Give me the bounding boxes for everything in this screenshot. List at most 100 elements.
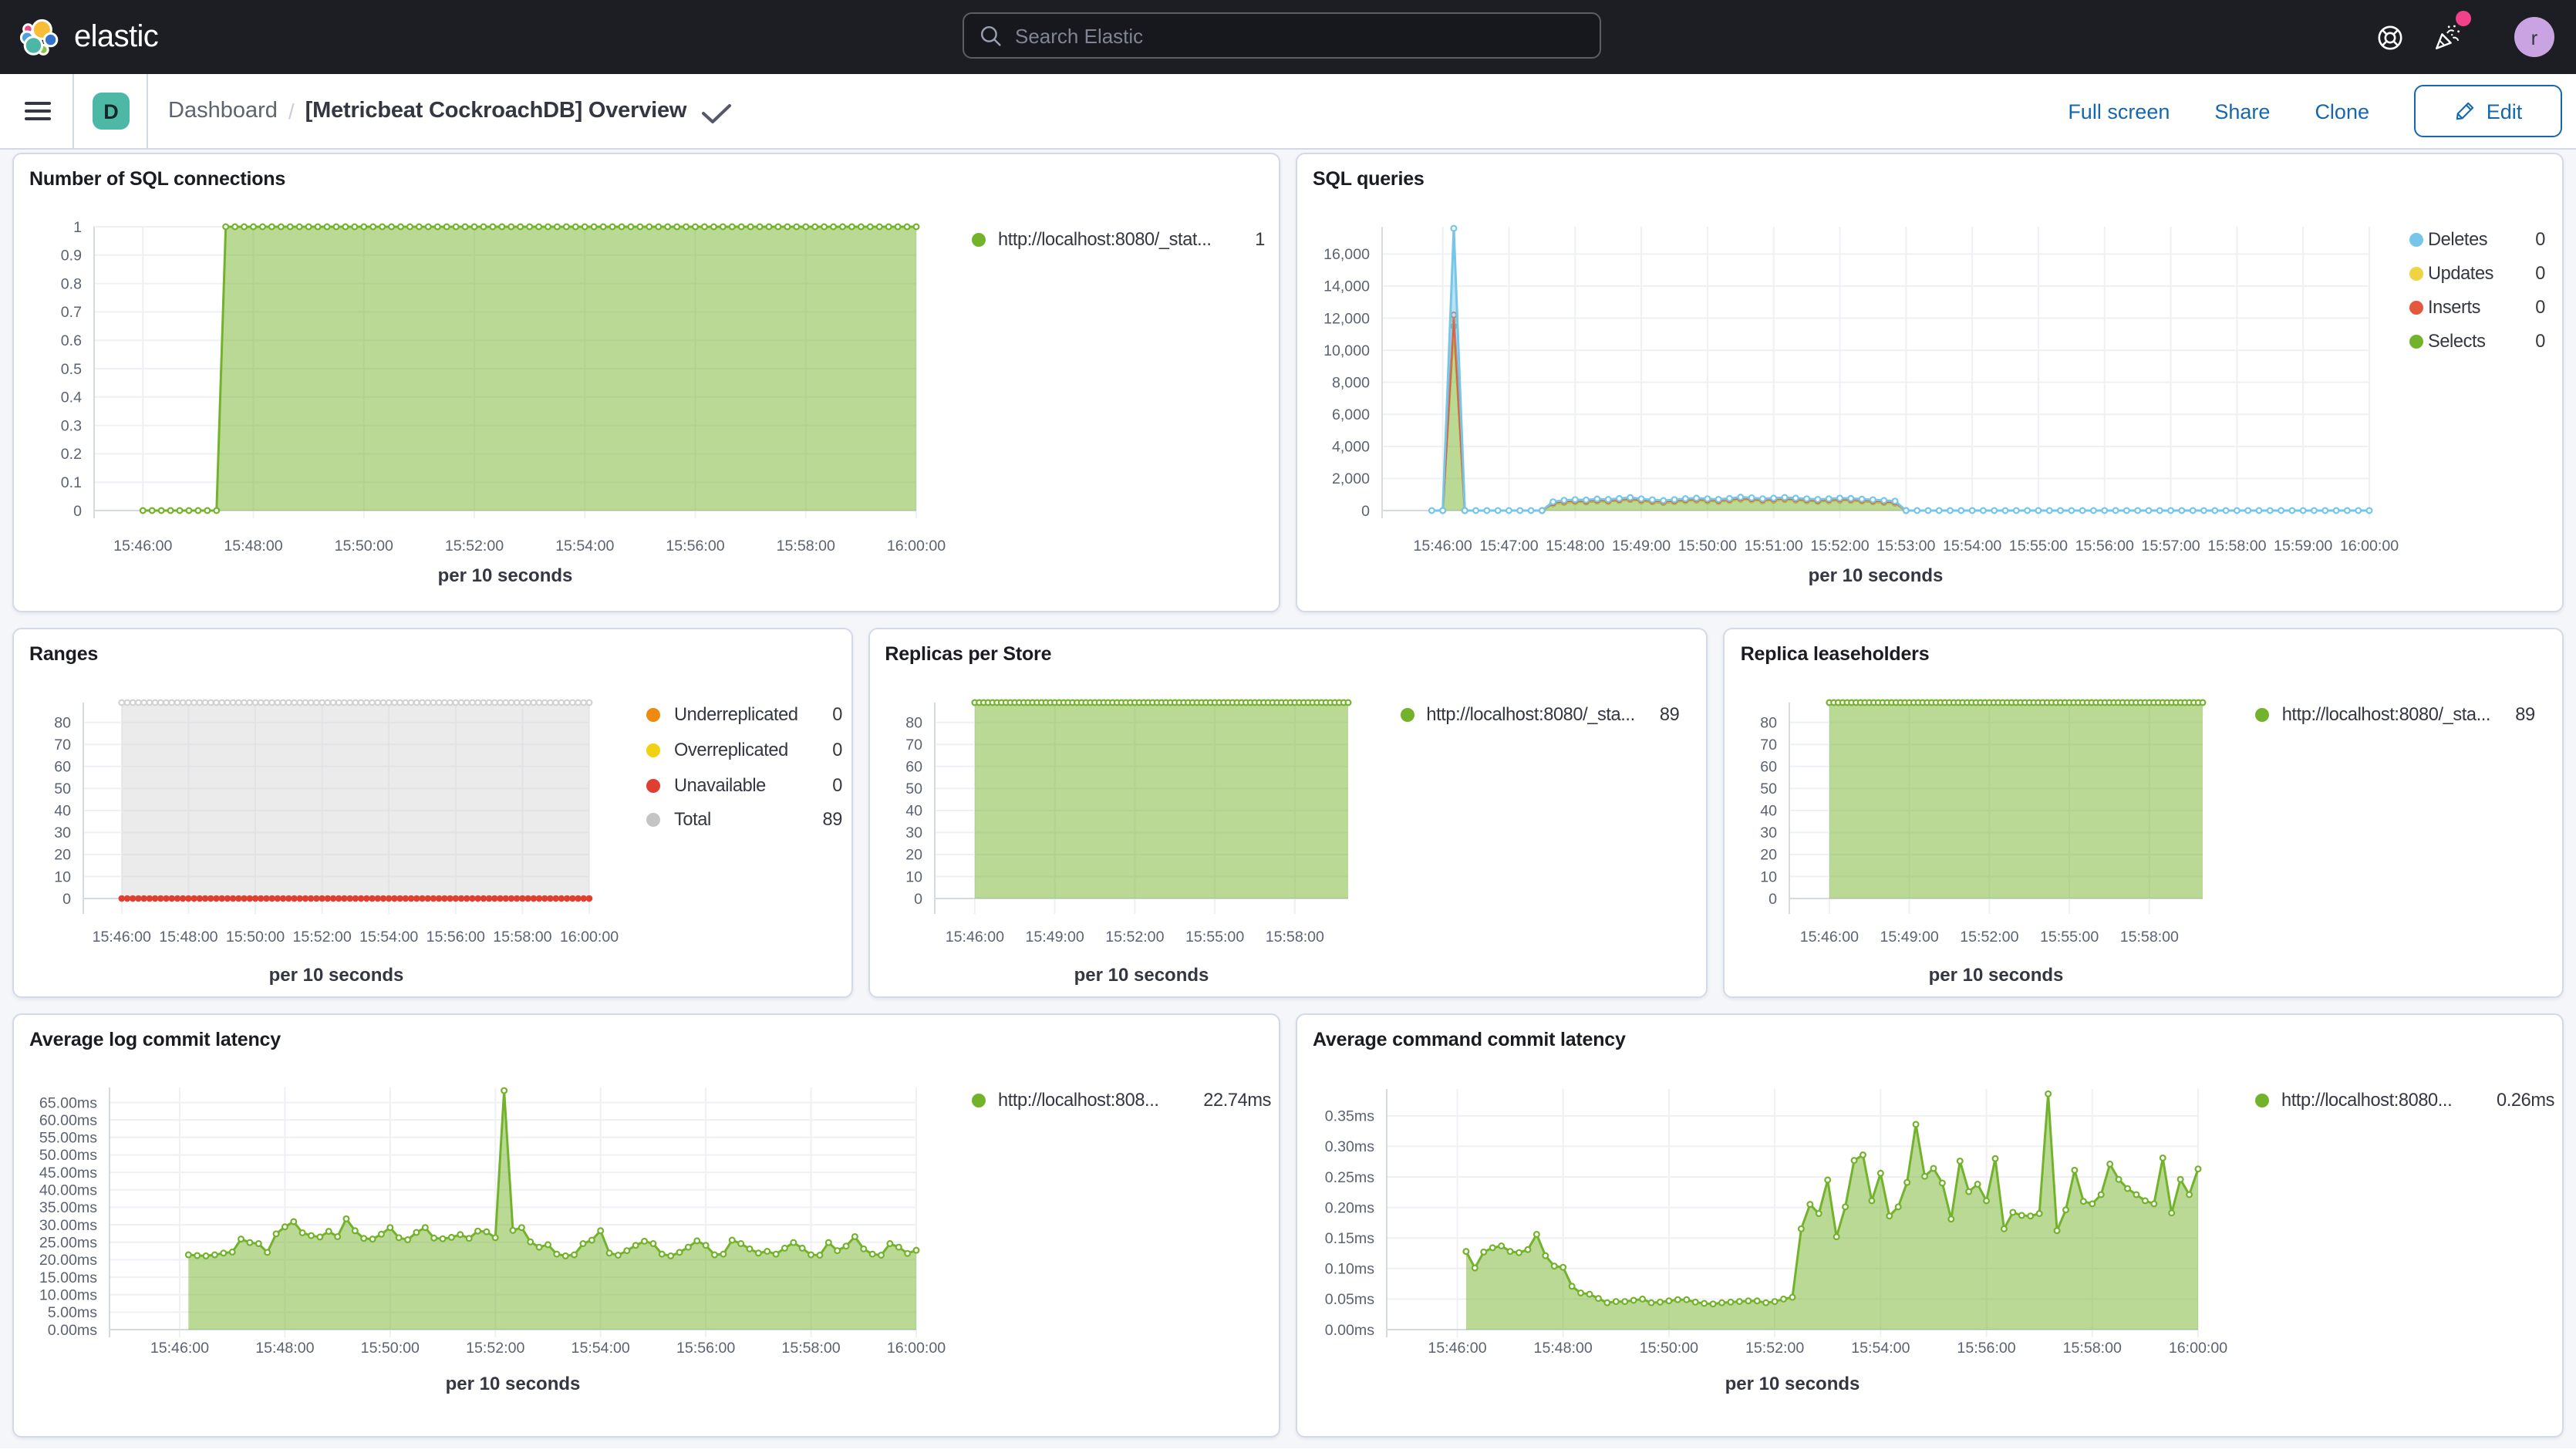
user-menu-button[interactable]: r (2504, 0, 2565, 74)
svg-text:16:00:00: 16:00:00 (2169, 1340, 2227, 1357)
legend-item[interactable]: Inserts0 (2409, 296, 2545, 321)
timeseries-chart[interactable]: 0102030405060708015:46:0015:49:0015:52:0… (869, 629, 1710, 1000)
menu-toggle-button[interactable] (25, 102, 51, 122)
svg-text:0: 0 (73, 503, 82, 520)
svg-text:0.5: 0.5 (61, 361, 82, 378)
legend-item[interactable]: Unavailable0 (646, 774, 842, 798)
svg-text:0.20ms: 0.20ms (1325, 1199, 1374, 1216)
svg-text:15:58:00: 15:58:00 (493, 929, 551, 946)
legend-item[interactable]: Overreplicated0 (646, 739, 842, 764)
timeseries-chart[interactable]: 0.00ms0.05ms0.10ms0.15ms0.20ms0.25ms0.30… (1297, 1015, 2565, 1439)
legend-item[interactable]: http://localhost:8080...0.26ms (2255, 1089, 2554, 1114)
legend-series-dot (646, 778, 660, 792)
notification-dot (2456, 11, 2471, 26)
dashboard-content: Number of SQL connections00.10.20.30.40.… (0, 150, 2576, 1448)
legend-series-dot (1400, 708, 1414, 722)
legend-series-label: http://localhost:8080/_stat... (998, 228, 1212, 250)
svg-text:60: 60 (54, 759, 71, 776)
svg-text:0.9: 0.9 (61, 248, 82, 265)
svg-text:15:54:00: 15:54:00 (359, 929, 418, 946)
title-check-icon[interactable] (700, 103, 733, 124)
svg-text:0.05ms: 0.05ms (1325, 1291, 1374, 1308)
clone-button[interactable]: Clone (2315, 99, 2369, 123)
legend-item[interactable]: http://localhost:808...22.74ms (972, 1089, 1271, 1114)
legend-item[interactable]: Selects0 (2409, 330, 2545, 355)
timeseries-chart[interactable]: 0102030405060708015:46:0015:49:0015:52:0… (1725, 629, 2566, 1000)
legend-item[interactable]: http://localhost:8080/_sta...89 (2256, 703, 2535, 728)
svg-text:0.7: 0.7 (61, 304, 82, 321)
svg-text:15:58:00: 15:58:00 (781, 1340, 840, 1357)
dashboard-row: Average log commit latency0.00ms5.00ms10… (12, 1013, 2564, 1438)
legend-item[interactable]: Updates0 (2409, 262, 2545, 287)
dashboard-grid: Number of SQL connections00.10.20.30.40.… (12, 153, 2564, 1453)
svg-text:15:52:00: 15:52:00 (1745, 1340, 1804, 1357)
svg-text:15:57:00: 15:57:00 (2141, 538, 2200, 555)
svg-text:50.00ms: 50.00ms (39, 1147, 97, 1164)
svg-text:15:48:00: 15:48:00 (255, 1340, 314, 1357)
svg-text:per 10 seconds: per 10 seconds (1074, 965, 1209, 986)
svg-text:per 10 seconds: per 10 seconds (1809, 565, 1944, 586)
svg-text:55.00ms: 55.00ms (39, 1130, 97, 1147)
timeseries-chart[interactable]: 02,0004,0006,0008,00010,00012,00014,0001… (1297, 154, 2565, 614)
chart-mount: 0102030405060708015:46:0015:49:0015:52:0… (869, 629, 1706, 996)
svg-text:0.2: 0.2 (61, 446, 82, 463)
svg-text:20: 20 (905, 847, 922, 864)
svg-text:0: 0 (1361, 503, 1370, 520)
svg-text:30: 30 (905, 824, 922, 841)
svg-text:15:56:00: 15:56:00 (1957, 1340, 2015, 1357)
svg-text:per 10 seconds: per 10 seconds (446, 1374, 581, 1394)
svg-text:14,000: 14,000 (1323, 278, 1370, 295)
timeseries-chart[interactable]: 0.00ms5.00ms10.00ms15.00ms20.00ms25.00ms… (14, 1015, 1282, 1439)
toolbar-separator (147, 74, 148, 148)
svg-text:15:46:00: 15:46:00 (1414, 538, 1472, 555)
legend-series-value: 0 (832, 774, 842, 795)
svg-text:0.4: 0.4 (61, 389, 82, 406)
chart-mount: 02,0004,0006,0008,00010,00012,00014,0001… (1297, 154, 2562, 611)
elastic-logo[interactable]: elastic (0, 18, 158, 56)
svg-text:10,000: 10,000 (1323, 342, 1370, 359)
toolbar-separator (72, 74, 74, 148)
legend-series-label: Inserts (2428, 296, 2480, 318)
full-screen-button[interactable]: Full screen (2068, 99, 2170, 123)
legend-item[interactable]: Deletes0 (2409, 228, 2545, 253)
svg-text:15:46:00: 15:46:00 (1800, 929, 1859, 946)
page-title: [Metricbeat CockroachDB] Overview (305, 99, 687, 123)
svg-text:16,000: 16,000 (1323, 246, 1370, 263)
svg-text:15:56:00: 15:56:00 (676, 1340, 735, 1357)
svg-text:15:46:00: 15:46:00 (945, 929, 1003, 946)
svg-text:15:52:00: 15:52:00 (1105, 929, 1164, 946)
svg-text:20.00ms: 20.00ms (39, 1252, 97, 1269)
svg-text:2,000: 2,000 (1332, 470, 1370, 487)
svg-text:15:48:00: 15:48:00 (159, 929, 217, 946)
legend-series-dot (2255, 1094, 2269, 1107)
dashboard-app-badge[interactable]: D (93, 93, 130, 130)
search-input[interactable] (1003, 22, 1600, 49)
panel-sql-queries: SQL queries02,0004,0006,0008,00010,00012… (1296, 153, 2564, 612)
global-search[interactable] (963, 12, 1601, 59)
svg-text:0.8: 0.8 (61, 275, 82, 292)
share-button[interactable]: Share (2214, 99, 2270, 123)
legend-series-dot (2409, 335, 2423, 349)
help-button[interactable] (2359, 0, 2420, 74)
svg-text:30: 30 (54, 824, 71, 841)
avatar-initial: r (2531, 25, 2538, 49)
svg-text:15:54:00: 15:54:00 (1943, 538, 2001, 555)
svg-text:16:00:00: 16:00:00 (2340, 538, 2399, 555)
news-feed-button[interactable] (2417, 0, 2479, 74)
legend-series-value: 0 (832, 703, 842, 725)
dashboard-toolbar: D Dashboard / [Metricbeat CockroachDB] O… (0, 74, 2576, 150)
svg-text:15:53:00: 15:53:00 (1876, 538, 1935, 555)
timeseries-chart[interactable]: 00.10.20.30.40.50.60.70.80.9115:46:0015:… (14, 154, 1282, 614)
toolbar-actions: Full screen Share Clone Edit (2068, 74, 2576, 148)
svg-text:5.00ms: 5.00ms (48, 1304, 97, 1321)
edit-button[interactable]: Edit (2414, 85, 2562, 137)
legend-item[interactable]: Total89 (646, 809, 842, 834)
svg-text:15:47:00: 15:47:00 (1479, 538, 1538, 555)
legend-item[interactable]: Underreplicated0 (646, 703, 842, 728)
breadcrumb-dashboard-link[interactable]: Dashboard (168, 99, 278, 123)
svg-text:15.00ms: 15.00ms (39, 1269, 97, 1286)
legend-item[interactable]: http://localhost:8080/_stat...1 (972, 228, 1265, 253)
legend-item[interactable]: http://localhost:8080/_sta...89 (1400, 703, 1679, 728)
legend-series-label: Overreplicated (674, 739, 788, 760)
elastic-logo-icon (20, 18, 59, 56)
